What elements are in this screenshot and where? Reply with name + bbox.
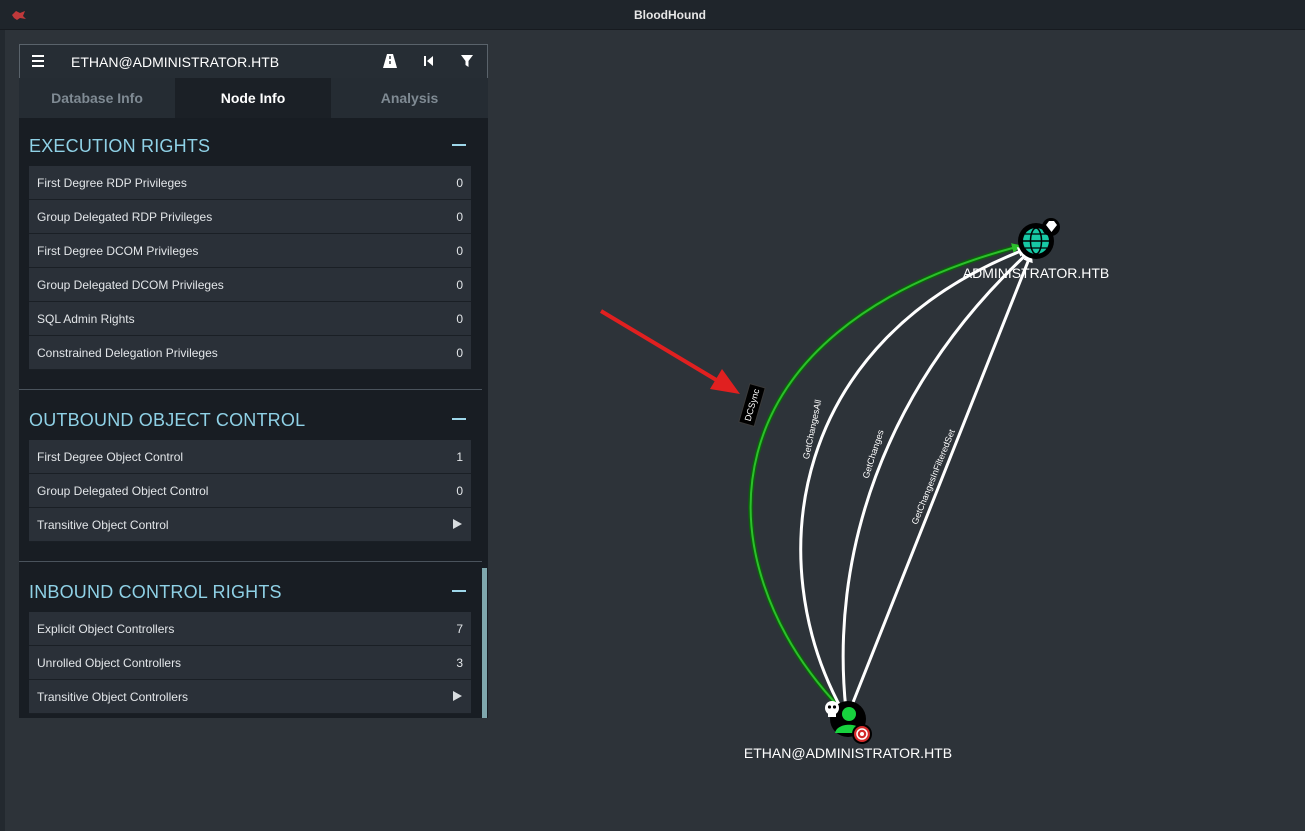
annotation-arrow-icon	[599, 309, 740, 394]
row-first-degree-dcom[interactable]: First Degree DCOM Privileges 0	[29, 234, 471, 268]
row-first-degree-object-control[interactable]: First Degree Object Control 1	[29, 440, 471, 474]
node-info-content: EXECUTION RIGHTS First Degree RDP Privil…	[19, 118, 488, 718]
edge-label-dcsync-tag: DCSync	[738, 382, 766, 428]
panel-scrollbar[interactable]	[482, 568, 487, 718]
section-title-outbound-object-control: OUTBOUND OBJECT CONTROL	[29, 410, 306, 430]
section-divider	[19, 389, 482, 390]
edge-getchangesall[interactable]	[799, 247, 1028, 711]
edge-getchangesinfilteredset[interactable]	[848, 252, 1033, 711]
row-count: 7	[456, 622, 463, 636]
row-label: First Degree RDP Privileges	[37, 176, 187, 190]
tab-analysis[interactable]: Analysis	[331, 78, 488, 118]
row-group-delegated-object-control[interactable]: Group Delegated Object Control 0	[29, 474, 471, 508]
row-count: 0	[456, 278, 463, 292]
row-label: Transitive Object Control	[37, 518, 169, 532]
back-icon[interactable]	[420, 53, 438, 69]
row-label: Constrained Delegation Privileges	[37, 346, 218, 360]
row-transitive-object-control[interactable]: Transitive Object Control	[29, 508, 471, 542]
pathfinding-road-icon[interactable]	[381, 53, 399, 69]
section-title-inbound-control-rights: INBOUND CONTROL RIGHTS	[29, 582, 282, 602]
row-count: 0	[456, 346, 463, 360]
row-count: 3	[456, 656, 463, 670]
menu-icon[interactable]	[32, 54, 46, 68]
row-sql-admin[interactable]: SQL Admin Rights 0	[29, 302, 471, 336]
user-node[interactable]	[825, 701, 872, 744]
search-input[interactable]: ETHAN@ADMINISTRATOR.HTB	[71, 54, 279, 70]
node-info-panel: ETHAN@ADMINISTRATOR.HTB Database Info No…	[19, 44, 488, 718]
section-title-execution-rights: EXECUTION RIGHTS	[29, 136, 211, 156]
domain-node-label: ADMINISTRATOR.HTB	[963, 265, 1110, 281]
row-transitive-object-controllers[interactable]: Transitive Object Controllers	[29, 680, 471, 714]
row-label: Group Delegated RDP Privileges	[37, 210, 213, 224]
edge-label-getchangesall: GetChangesAll	[801, 399, 823, 460]
row-constrained-delegation[interactable]: Constrained Delegation Privileges 0	[29, 336, 471, 370]
row-group-delegated-dcom[interactable]: Group Delegated DCOM Privileges 0	[29, 268, 471, 302]
row-label: First Degree Object Control	[37, 450, 184, 464]
high-value-gem-icon	[1042, 218, 1060, 236]
play-icon[interactable]	[453, 519, 462, 529]
row-label: Group Delegated Object Control	[37, 484, 209, 498]
section-divider	[19, 561, 482, 562]
target-icon	[852, 724, 872, 744]
row-count: 0	[456, 176, 463, 190]
row-first-degree-rdp[interactable]: First Degree RDP Privileges 0	[29, 166, 471, 200]
play-icon[interactable]	[453, 691, 462, 701]
edge-dcsync-core	[749, 243, 1022, 709]
row-count: 0	[456, 210, 463, 224]
row-unrolled-object-controllers[interactable]: Unrolled Object Controllers 3	[29, 646, 471, 680]
panel-tabs: Database Info Node Info Analysis	[19, 78, 488, 118]
row-count: 1	[456, 450, 463, 464]
edge-dcsync[interactable]	[748, 243, 1021, 710]
row-label: SQL Admin Rights	[37, 312, 135, 326]
collapse-inbound-control-rights-icon[interactable]	[452, 590, 466, 592]
collapse-outbound-object-control-icon[interactable]	[452, 418, 466, 420]
tab-node-info[interactable]: Node Info	[175, 78, 331, 118]
row-explicit-object-controllers[interactable]: Explicit Object Controllers 7	[29, 612, 471, 646]
edge-label-getchangesinfilteredset: GetChangesInFilteredSet	[910, 427, 958, 525]
row-label: Transitive Object Controllers	[37, 690, 188, 704]
row-count: 0	[456, 244, 463, 258]
collapse-execution-rights-icon[interactable]	[452, 144, 466, 146]
row-count: 0	[456, 484, 463, 498]
row-label: Unrolled Object Controllers	[37, 656, 182, 670]
search-bar: ETHAN@ADMINISTRATOR.HTB	[19, 44, 488, 79]
row-label: Explicit Object Controllers	[37, 622, 175, 636]
row-label: Group Delegated DCOM Privileges	[37, 278, 224, 292]
user-node-label: ETHAN@ADMINISTRATOR.HTB	[744, 745, 952, 761]
row-count: 0	[456, 312, 463, 326]
tab-database-info[interactable]: Database Info	[19, 78, 175, 118]
domain-node[interactable]	[1018, 218, 1060, 259]
edge-label-getchanges: GetChanges	[861, 428, 886, 480]
row-group-delegated-rdp[interactable]: Group Delegated RDP Privileges 0	[29, 200, 471, 234]
filter-icon[interactable]	[458, 53, 476, 69]
row-label: First Degree DCOM Privileges	[37, 244, 199, 258]
